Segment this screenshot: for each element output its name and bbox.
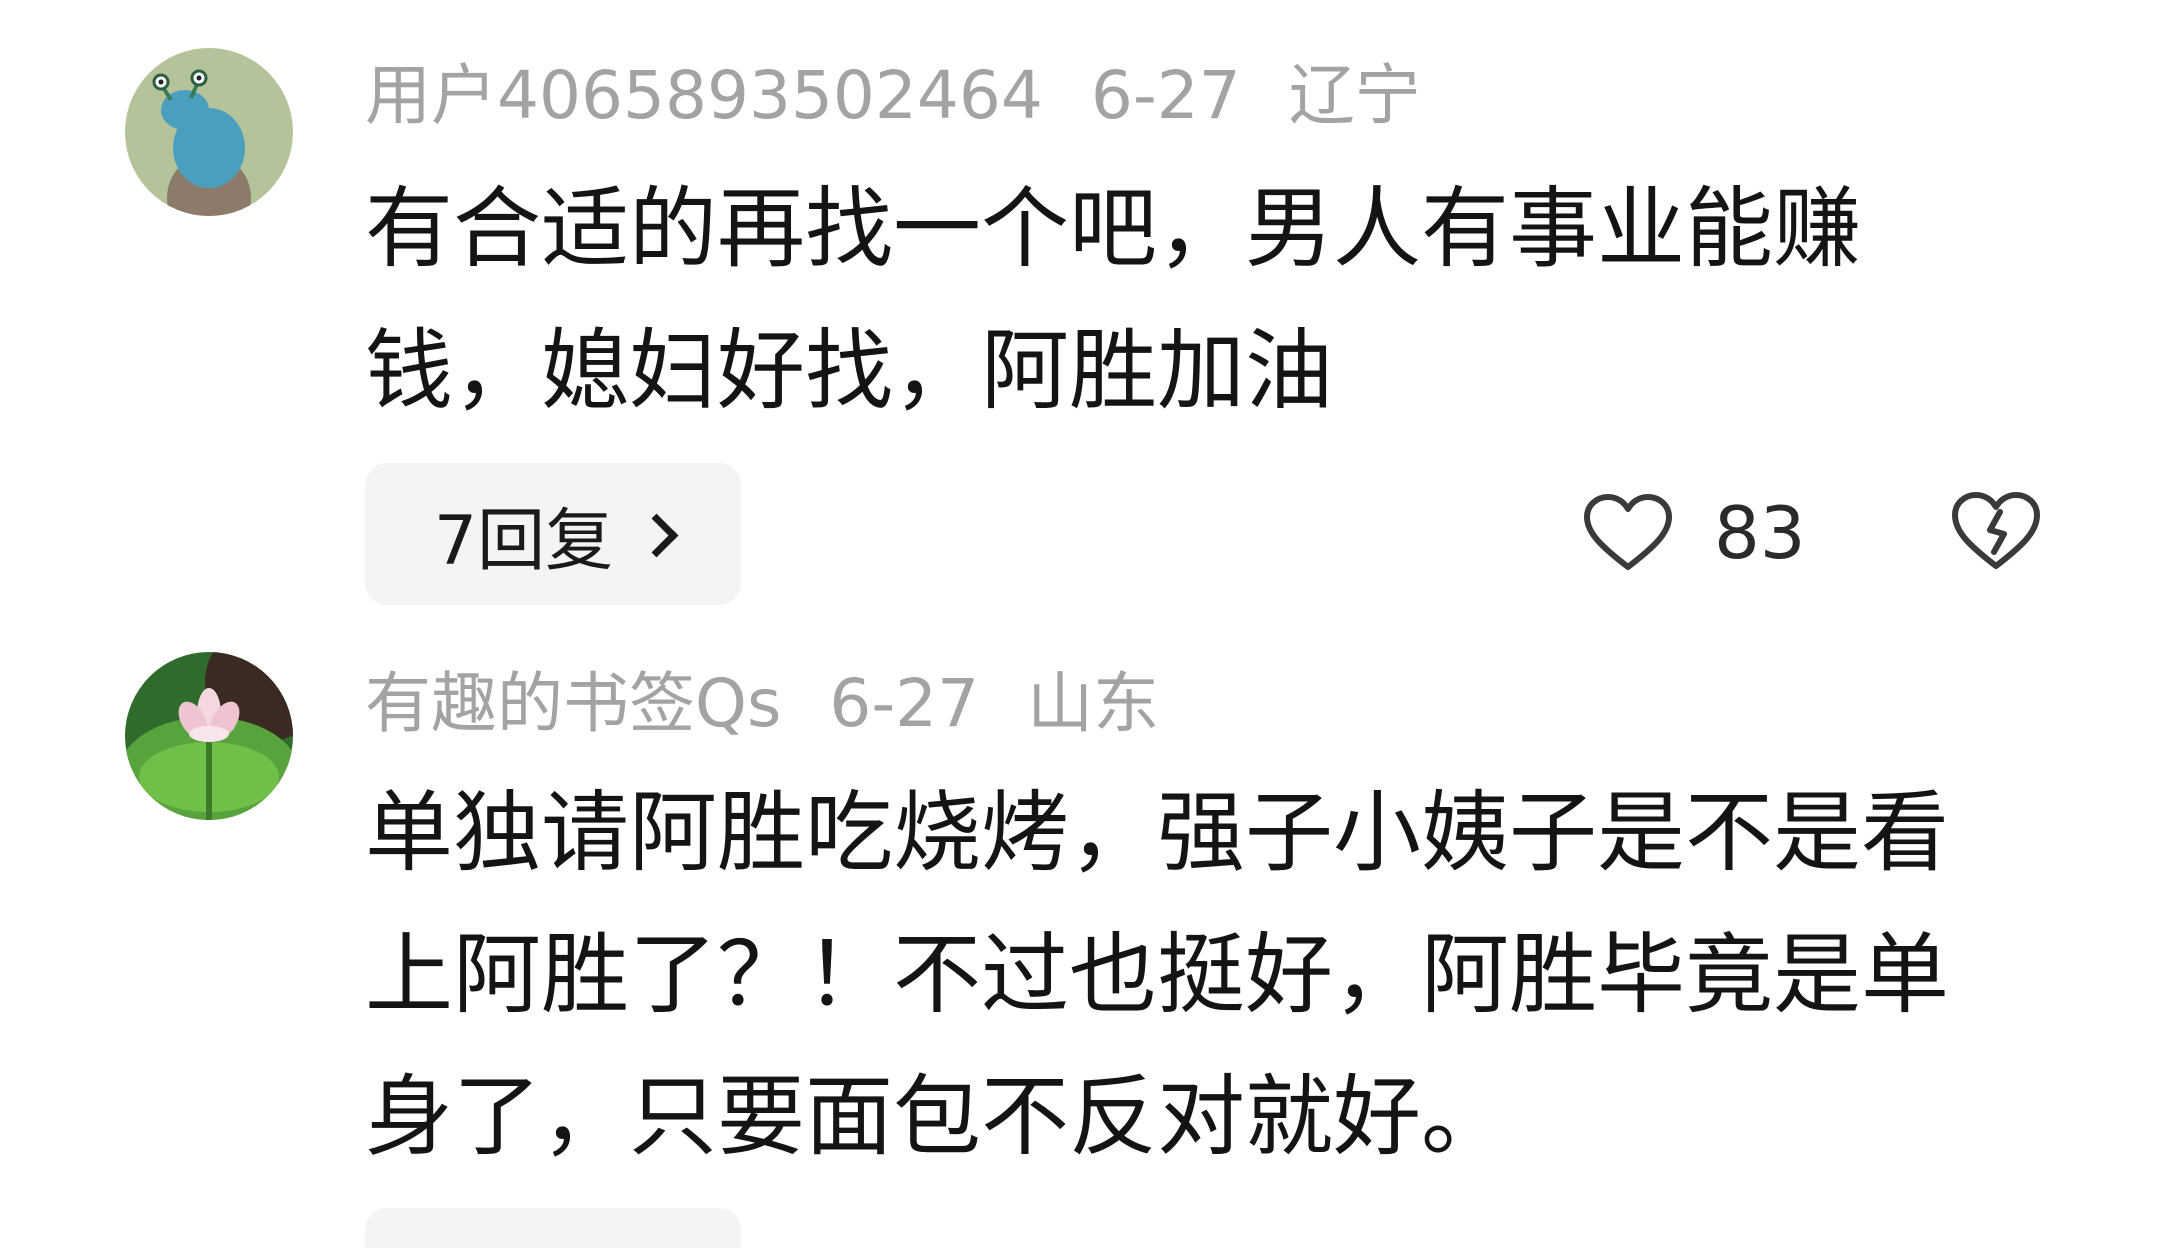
user-avatar[interactable] — [125, 652, 293, 820]
user-avatar[interactable] — [125, 48, 293, 216]
comment-item: 有趣的书签Qs 6-27 山东 单独请阿胜吃烧烤，强子小姨子是不是看上阿胜了？！不过… — [0, 612, 2160, 1248]
comment-date: 6-27 — [1090, 57, 1241, 134]
like-button[interactable]: 83 — [1582, 488, 1806, 578]
lotus-flower-avatar-icon — [125, 652, 293, 820]
comment-location: 山东 — [1027, 665, 1160, 742]
heart-outline-icon — [1584, 494, 1672, 570]
view-replies-button[interactable] — [365, 1208, 741, 1248]
comment-item: 用户4065893502464 6-27 辽宁 有合适的再找一个吧，男人有事业能赚钱… — [0, 0, 2160, 612]
comment-meta: 有趣的书签Qs 6-27 山东 — [365, 664, 1207, 744]
comment-location: 辽宁 — [1288, 57, 1421, 134]
comment-text: 有合适的再找一个吧，男人有事业能赚钱，媳妇好找，阿胜加油 — [365, 177, 1862, 422]
comment-meta: 用户4065893502464 6-27 辽宁 — [365, 56, 1469, 136]
view-replies-button[interactable]: 7回复 — [365, 463, 741, 605]
comment-text: 单独请阿胜吃烧烤，强子小姨子是不是看上阿胜了？！不过也挺好，阿胜毕竟是单身了，只… — [365, 781, 1950, 1168]
cartoon-snail-avatar-icon — [125, 48, 293, 216]
like-count: 83 — [1714, 491, 1806, 575]
broken-heart-icon — [1952, 492, 2040, 569]
username[interactable]: 有趣的书签Qs — [365, 665, 781, 742]
chevron-right-icon — [634, 513, 679, 557]
dislike-button[interactable] — [1950, 490, 2042, 576]
comment-date: 6-27 — [829, 665, 980, 742]
reply-count-label: 7回复 — [433, 501, 614, 581]
username[interactable]: 用户4065893502464 — [365, 57, 1043, 134]
